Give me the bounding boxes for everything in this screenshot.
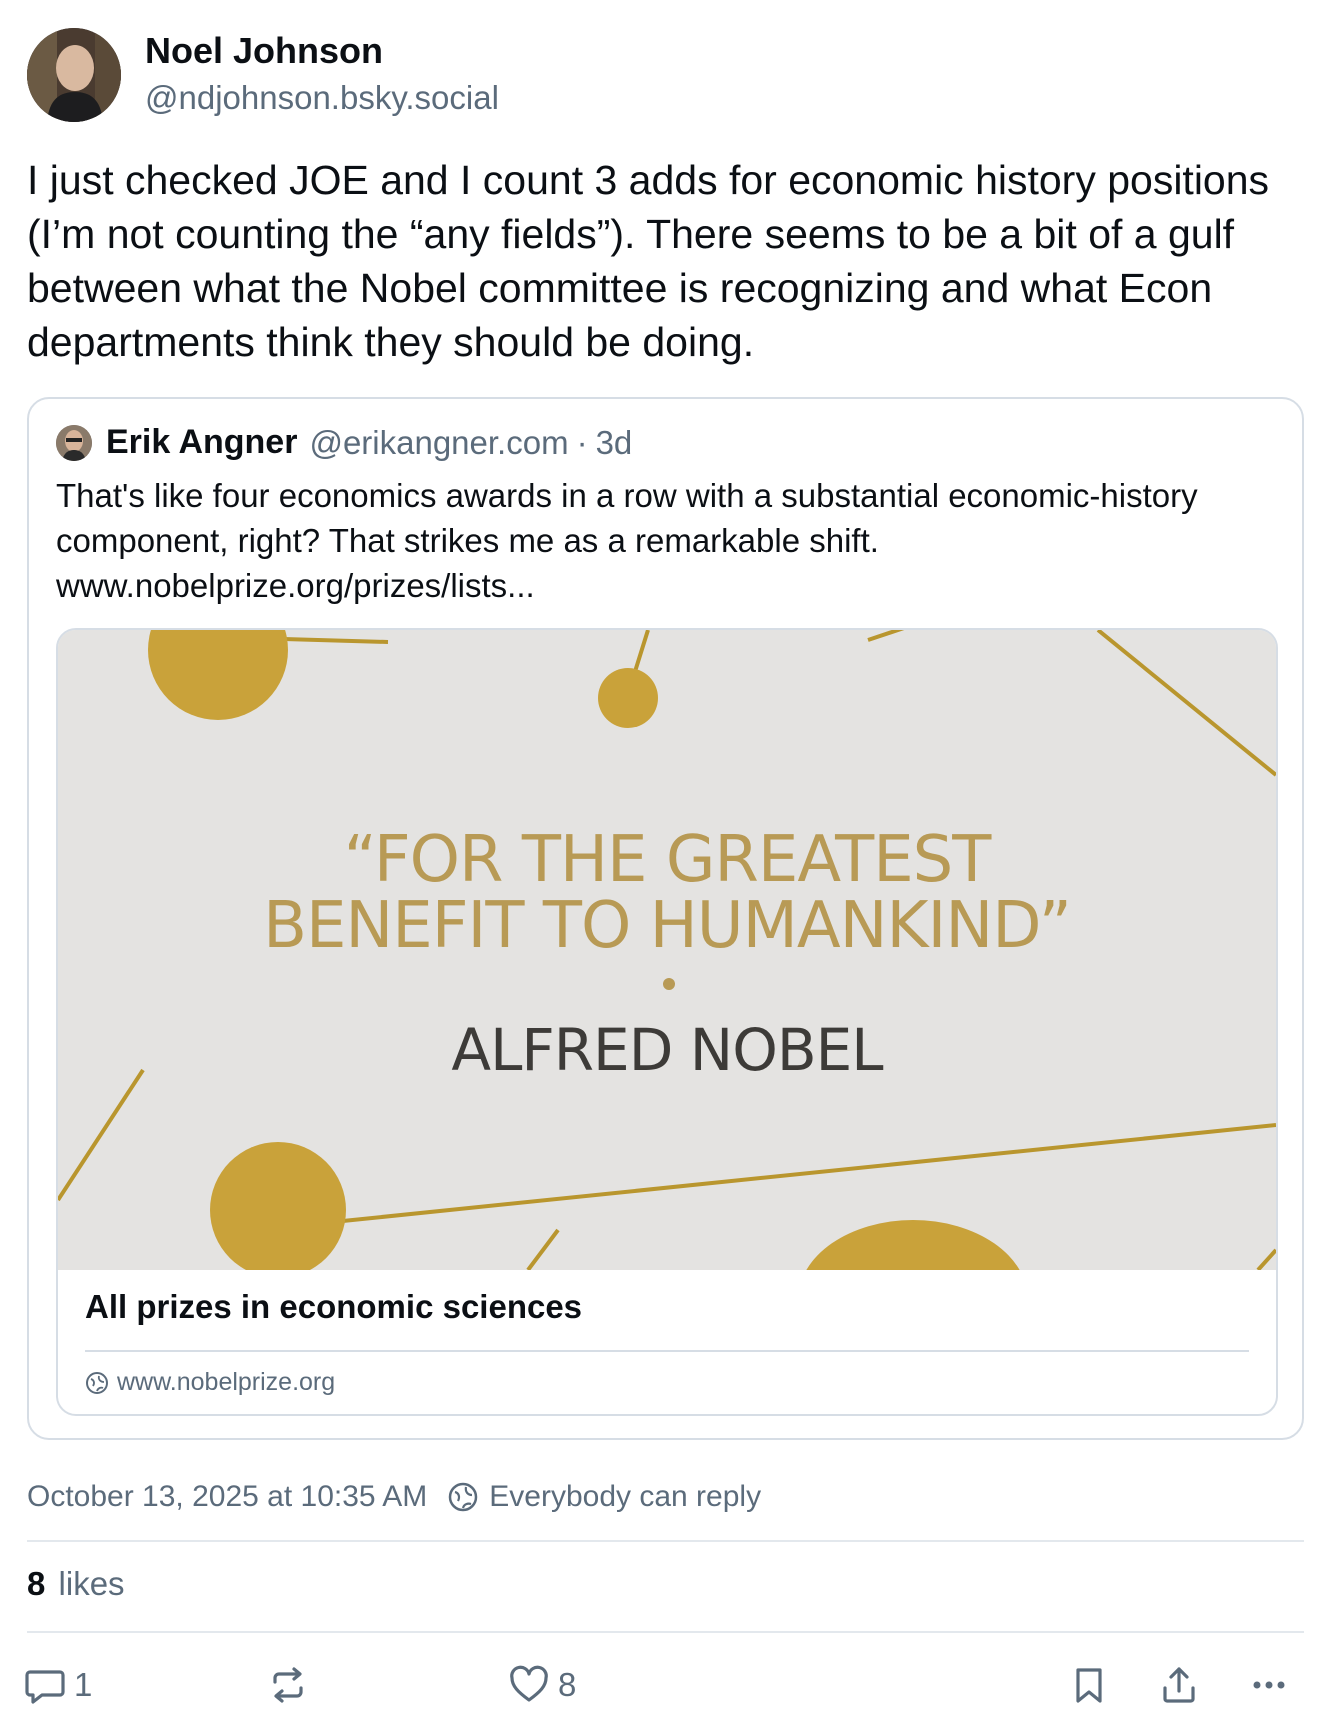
quoted-post[interactable]: Erik Angner @erikangner.com · 3d That's …: [27, 397, 1304, 1440]
globe-icon: [449, 1482, 478, 1512]
post-timestamp: October 13, 2025 at 10:35 AM: [27, 1480, 428, 1513]
post-text: I just checked JOE and I count 3 adds fo…: [27, 157, 1270, 365]
heart-icon: [510, 1665, 548, 1702]
quote-separator: ·: [576, 423, 588, 461]
bookmark-icon: [1076, 1668, 1102, 1703]
like-count: 8: [558, 1666, 577, 1703]
repost-button[interactable]: [267, 1660, 309, 1710]
quote-timestamp[interactable]: 3d: [596, 424, 633, 462]
share-icon: [1163, 1667, 1195, 1703]
image-dot: [663, 978, 675, 990]
quote-author-name[interactable]: Erik Angner: [106, 423, 297, 462]
bookmark-button[interactable]: [1068, 1660, 1110, 1710]
divider: [27, 1631, 1304, 1633]
likes-label: likes: [58, 1565, 125, 1602]
divider: [27, 1540, 1304, 1542]
quote-author-handle[interactable]: @erikangner.com: [309, 424, 568, 462]
quote-author-avatar[interactable]: [56, 424, 92, 461]
author-display-name[interactable]: Noel Johnson: [145, 29, 499, 73]
link-divider: [85, 1350, 1249, 1352]
reply-button[interactable]: 1: [24, 1660, 92, 1710]
more-icon: [1253, 1681, 1285, 1689]
link-domain: www.nobelprize.org: [117, 1368, 336, 1396]
like-button[interactable]: 8: [508, 1660, 576, 1710]
author-handle[interactable]: @ndjohnson.bsky.social: [145, 76, 499, 120]
repost-icon: [273, 1667, 303, 1703]
post-actions: 1 8: [0, 1660, 1330, 1710]
image-quote-line-1: “FOR THE GREATEST: [343, 823, 992, 897]
quote-text: That's like four economics awards in a r…: [56, 477, 1198, 604]
link-title[interactable]: All prizes in economic sciences: [85, 1288, 582, 1326]
likes-summary[interactable]: 8 likes: [27, 1565, 125, 1603]
reply-setting: Everybody can reply: [489, 1480, 762, 1513]
image-quote-line-2: BENEFIT TO HUMANKIND”: [263, 889, 1072, 963]
post-author[interactable]: Noel Johnson @ndjohnson.bsky.social: [27, 28, 499, 122]
share-button[interactable]: [1158, 1660, 1200, 1710]
link-preview-image: “FOR THE GREATEST BENEFIT TO HUMANKIND” …: [58, 630, 1276, 1270]
reply-icon: [25, 1670, 65, 1704]
image-author: ALFRED NOBEL: [451, 1016, 883, 1084]
author-avatar[interactable]: [27, 28, 121, 122]
more-options-button[interactable]: [1248, 1660, 1290, 1710]
globe-icon: [86, 1371, 108, 1394]
reply-count: 1: [74, 1666, 93, 1703]
link-preview-card[interactable]: “FOR THE GREATEST BENEFIT TO HUMANKIND” …: [56, 628, 1278, 1416]
likes-count: 8: [27, 1565, 46, 1602]
